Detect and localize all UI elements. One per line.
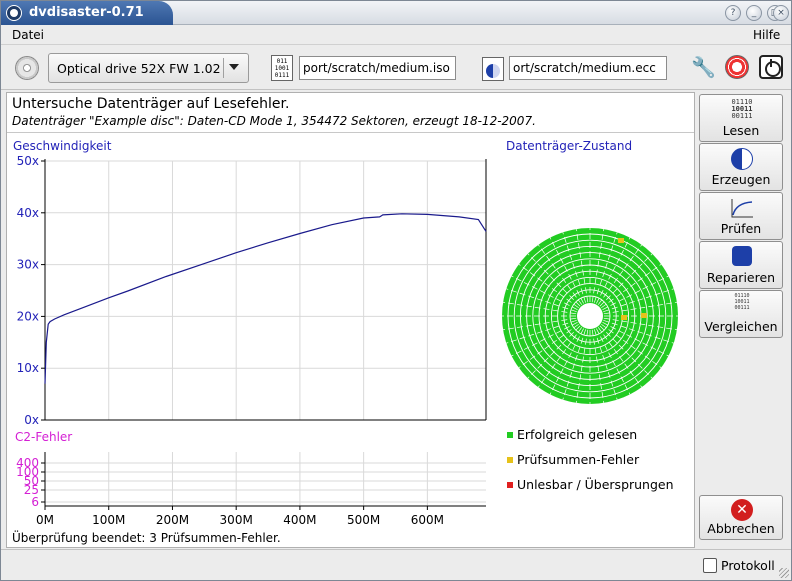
read-button-label: Lesen [722, 123, 760, 138]
app-icon [6, 5, 22, 21]
ecc-yin-icon [486, 64, 500, 78]
yin-yang-icon [731, 148, 753, 170]
log-button-label: Protokoll [721, 558, 775, 573]
legend-item-unreadable: Unlesbar / Übersprungen [507, 477, 674, 492]
legend-label-checksum: Prüfsummen-Fehler [517, 452, 640, 467]
speed-chart: 0x 10x 20x 30x 40x 50x [17, 154, 487, 427]
help-icon[interactable]: ? [725, 5, 741, 21]
main-panel: Untersuche Datenträger auf Lesefehler. D… [6, 92, 695, 548]
read-bits-icon: 01110 10011 00111 [722, 99, 762, 121]
toolbar: Optical drive 52X FW 1.02 011 1001 0111 … [1, 46, 791, 90]
compare-button[interactable]: 01110 10011 00111 Vergleichen [699, 290, 783, 338]
c2-tick-label-y: 6 [31, 495, 39, 509]
minimize-icon[interactable]: _ [746, 5, 762, 21]
log-button[interactable]: Protokoll [701, 555, 783, 577]
c2-tick-label-x: 200M [156, 513, 189, 527]
menu-help[interactable]: Hilfe [753, 28, 780, 42]
compare-bits-icon: 01110 10011 00111 [722, 293, 762, 315]
speed-tick-label-y: 40x [17, 206, 39, 220]
compare-bits-line-3: 00111 [734, 305, 750, 311]
menu-file[interactable]: Datei [12, 28, 44, 42]
status-bar: Protokoll [1, 549, 791, 580]
speed-tick-label-y: 20x [17, 309, 39, 323]
legend-swatch-checksum [507, 457, 513, 463]
repair-button[interactable]: Reparieren [699, 241, 783, 289]
read-button[interactable]: 01110 10011 00111 Lesen [699, 94, 783, 142]
checksum-error-sector [618, 238, 624, 243]
speed-tick-label-y: 30x [17, 258, 39, 272]
c2-tick-label-x: 500M [347, 513, 380, 527]
c2-tick-label-x: 600M [411, 513, 444, 527]
legend-swatch-unreadable [507, 482, 513, 488]
title-bar[interactable]: dvdisaster-0.71 ? _ □ [1, 1, 791, 25]
quit-icon[interactable] [759, 55, 783, 79]
repair-button-label: Reparieren [706, 270, 776, 285]
checksum-error-sector [641, 313, 647, 318]
abort-icon: ✕ [731, 499, 753, 521]
curve-icon [731, 199, 753, 218]
help-lifebuoy-icon[interactable] [725, 55, 749, 79]
chevron-down-icon[interactable] [229, 64, 239, 70]
log-icon [703, 558, 717, 573]
speed-tick-label-y: 10x [17, 361, 39, 375]
wrench-icon[interactable]: 🔧 [691, 55, 716, 79]
window-title: dvdisaster-0.71 [29, 5, 144, 20]
create-button-label: Erzeugen [711, 172, 771, 187]
speed-tick-label-y: 50x [17, 154, 39, 168]
read-bits-line-3: 00111 [731, 112, 753, 120]
disc-map [502, 228, 678, 404]
menu-bar: Datei Hilfe [1, 25, 791, 45]
compare-button-label: Vergleichen [704, 319, 778, 334]
drive-select[interactable]: Optical drive 52X FW 1.02 [48, 53, 249, 83]
drive-select-value: Optical drive 52X FW 1.02 [57, 61, 221, 76]
image-file-bits-2: 1001 [274, 65, 290, 72]
title-tab: dvdisaster-0.71 [1, 1, 173, 25]
puzzle-icon [732, 246, 752, 266]
resize-grip[interactable] [779, 568, 789, 578]
create-button[interactable]: Erzeugen [699, 143, 783, 191]
legend-item-checksum: Prüfsummen-Fehler [507, 452, 640, 467]
abort-button-label: Abbrechen [707, 521, 775, 536]
legend-swatch-success [507, 432, 513, 438]
c2-tick-label-x: 300M [220, 513, 253, 527]
c2-tick-label-x: 100M [92, 513, 125, 527]
ecc-file-icon[interactable] [482, 57, 504, 81]
image-file-icon[interactable]: 011 1001 0111 [271, 55, 293, 81]
legend-label-success: Erfolgreich gelesen [517, 427, 638, 442]
speed-series-line [44, 213, 487, 384]
verify-button-label: Prüfen [720, 221, 762, 236]
close-icon[interactable]: × [773, 5, 789, 21]
c2-chart: 400100502560M 100M 200M 300M 400M 500M 600M [16, 452, 486, 527]
ecc-file-field[interactable]: ort/scratch/medium.ecc [509, 56, 667, 80]
checksum-error-sector [621, 315, 627, 320]
speed-tick-label-y: 0x [24, 413, 39, 427]
verify-button[interactable]: Prüfen [699, 192, 783, 240]
application-window: dvdisaster-0.71 ? _ □ × Datei Hilfe Opti… [0, 0, 792, 581]
drive-select-divider [223, 58, 224, 78]
cd-icon [15, 56, 39, 80]
legend-item-success: Erfolgreich gelesen [507, 427, 638, 442]
legend-label-unreadable: Unlesbar / Übersprungen [517, 477, 674, 492]
image-file-bits-3: 0111 [274, 72, 290, 79]
c2-tick-label-x: 400M [283, 513, 316, 527]
c2-tick-label-x: 0M [36, 513, 54, 527]
status-text: Überprüfung beendet: 3 Prüfsummen-Fehler… [12, 531, 281, 545]
image-file-field[interactable]: port/scratch/medium.iso [299, 56, 456, 80]
disc-hole [577, 303, 603, 329]
abort-button[interactable]: ✕ Abbrechen [699, 495, 783, 540]
image-file-bits-1: 011 [276, 58, 288, 65]
